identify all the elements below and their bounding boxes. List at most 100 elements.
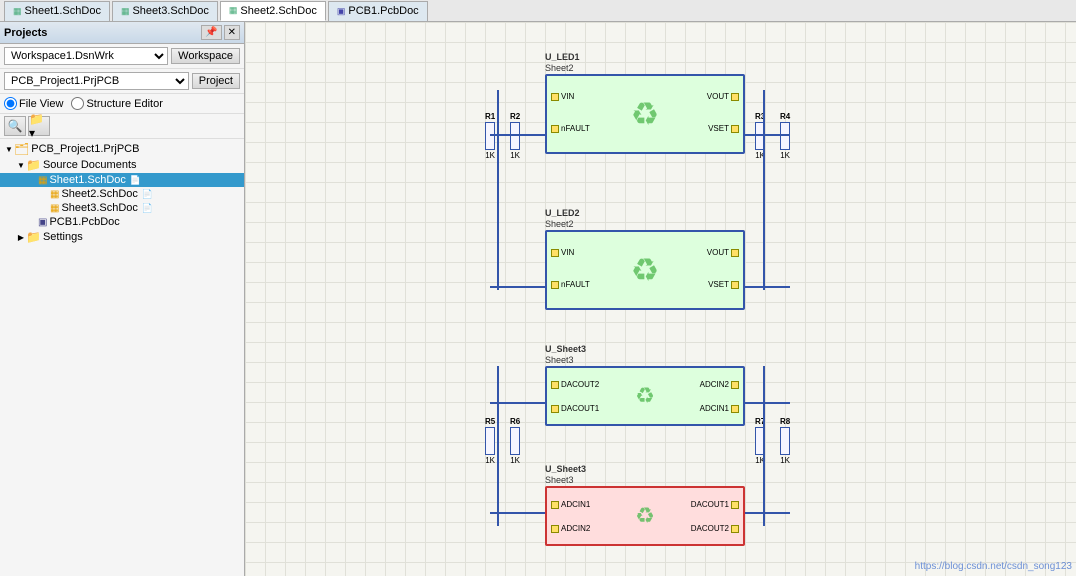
panel-title: Projects (4, 27, 47, 39)
u-led2-vout-pin: VOUT (707, 248, 739, 257)
r4-value: 1K (780, 151, 790, 160)
tree-settings[interactable]: ▶ 📁 Settings (0, 229, 244, 245)
r4-body (780, 122, 790, 150)
adcin2-pin: ADCIN2 (700, 380, 739, 389)
pin-button[interactable]: 📌 (201, 25, 221, 40)
r6-label: R6 (510, 417, 520, 426)
r8-label: R8 (780, 417, 790, 426)
r2-label: R2 (510, 112, 520, 121)
panel-header: Projects 📌 ✕ (0, 22, 244, 44)
sheet1-badge: 📄 (130, 175, 141, 186)
u-sheet3-top-title: U_Sheet3 (545, 344, 586, 354)
tab-sheet1[interactable]: ▦ Sheet1.SchDoc (4, 1, 110, 21)
pin-box-7 (731, 249, 739, 257)
r5-value: 1K (485, 456, 495, 465)
r2-resistor: R2 1K (510, 112, 520, 160)
adcin2-bot-pin: ADCIN2 (551, 524, 590, 533)
u-sheet3-top-component[interactable]: DACOUT2 DACOUT1 ADCIN2 ADCIN1 ♻ (545, 366, 745, 426)
r6-value: 1K (510, 456, 520, 465)
workspace-dropdown[interactable]: Workspace1.DsnWrk (4, 47, 168, 65)
project-tree: ▼ 🗂 PCB_Project1.PrjPCB ▼ 📁 Source Docum… (0, 139, 244, 576)
u-led2-component[interactable]: VIN nFAULT VOUT VSET ♻ (545, 230, 745, 310)
u-led1-vout-pin: VOUT (707, 92, 739, 101)
sheet3-expand (40, 204, 50, 213)
wire-left-bot3-h (490, 512, 545, 514)
r1-label: R1 (485, 112, 495, 121)
workspace-button[interactable]: Workspace (171, 48, 240, 64)
tab-sheet2[interactable]: ▦ Sheet2.SchDoc (220, 1, 326, 21)
tree-sheet1[interactable]: ▦ Sheet1.SchDoc 📄 (0, 173, 244, 187)
u-led2-subtitle: Sheet2 (545, 219, 574, 229)
u-sheet3-bot-subtitle: Sheet3 (545, 475, 574, 485)
sheet2-badge: 📄 (142, 189, 153, 200)
settings-folder-icon: 📁 (26, 230, 41, 244)
sheet3-sch-icon: ▦ (50, 203, 59, 214)
file-view-radio[interactable]: File View (4, 97, 63, 110)
watermark: https://blog.csdn.net/csdn_song123 (915, 561, 1072, 572)
r1-value: 1K (485, 151, 495, 160)
wire-right-bot2-h (745, 402, 790, 404)
dacout1-pin: DACOUT1 (551, 404, 599, 413)
projects-panel: Projects 📌 ✕ Workspace1.DsnWrk Workspace… (0, 22, 245, 576)
tab-bar: ▦ Sheet1.SchDoc ▦ Sheet3.SchDoc ▦ Sheet2… (0, 0, 1076, 22)
wire-left-v (497, 90, 499, 290)
tab-pcb1[interactable]: ▣ PCB1.PcbDoc (328, 1, 428, 21)
pin-box-6 (551, 281, 559, 289)
r5-body (485, 427, 495, 455)
wire-right-top-h (745, 134, 790, 136)
u-sheet3-bot-title: U_Sheet3 (545, 464, 586, 474)
r5-label: R5 (485, 417, 495, 426)
tree-root-item[interactable]: ▼ 🗂 PCB_Project1.PrjPCB (0, 141, 244, 157)
sheet1-sch-icon: ▦ (38, 175, 47, 186)
u-led2-vin-pin: VIN (551, 248, 574, 257)
pin-box-13 (551, 501, 559, 509)
project-dropdown[interactable]: PCB_Project1.PrjPCB (4, 72, 189, 90)
pin-box-10 (551, 405, 559, 413)
tab-sheet3[interactable]: ▦ Sheet3.SchDoc (112, 1, 218, 21)
dacout2-pin: DACOUT2 (551, 380, 599, 389)
u-led1-vin-pin: VIN (551, 92, 574, 101)
schematic-canvas: U_LED1 Sheet2 VIN nFAULT VOUT VSET ♻ (245, 22, 1076, 576)
r1-resistor: R1 1K (485, 112, 495, 160)
tree-sheet3[interactable]: ▦ Sheet3.SchDoc 📄 (0, 201, 244, 215)
view-mode-row: File View Structure Editor (0, 94, 244, 114)
project-button[interactable]: Project (192, 73, 240, 89)
tab-sch-icon-2: ▦ (121, 6, 130, 17)
wire-right-bot-v (763, 366, 765, 526)
wire-left-bot-v (497, 366, 499, 526)
tab-sch-icon: ▦ (13, 6, 22, 17)
wire-right-v (763, 90, 765, 290)
pin-box-16 (731, 525, 739, 533)
tab-sch-icon-3: ▦ (229, 5, 238, 16)
structure-editor-radio[interactable]: Structure Editor (71, 97, 162, 110)
u-led2-nfault-pin: nFAULT (551, 280, 590, 289)
r5-resistor: R5 1K (485, 417, 495, 465)
wire-right-bot3-h (745, 512, 790, 514)
tree-pcb1[interactable]: ▣ PCB1.PcbDoc (0, 215, 244, 229)
toolbar-nav-button[interactable]: 🔍 (4, 116, 26, 136)
r8-value: 1K (780, 456, 790, 465)
pin-box-3 (731, 93, 739, 101)
u-sheet3-bot-component[interactable]: ADCIN1 ADCIN2 DACOUT1 DACOUT2 ♻ (545, 486, 745, 546)
u-led1-component[interactable]: VIN nFAULT VOUT VSET ♻ (545, 74, 745, 154)
pin-box-8 (731, 281, 739, 289)
r2-value: 1K (510, 151, 520, 160)
dacout2-bot-pin: DACOUT2 (691, 524, 739, 533)
u-led1-nfault-pin: nFAULT (551, 124, 590, 133)
pin-box-11 (731, 381, 739, 389)
wire-right-bot-h (745, 286, 790, 288)
tab-pcb-icon: ▣ (337, 6, 346, 17)
r1-body (485, 122, 495, 150)
r4-resistor: R4 1K (780, 112, 790, 160)
tree-sheet2[interactable]: ▦ Sheet2.SchDoc 📄 (0, 187, 244, 201)
toolbar-add-button[interactable]: 📁▾ (28, 116, 50, 136)
tree-source-docs[interactable]: ▼ 📁 Source Documents (0, 157, 244, 173)
pin-box-4 (731, 125, 739, 133)
r6-body (510, 427, 520, 455)
u-led2-vset-pin: VSET (708, 280, 739, 289)
pin-box-15 (731, 501, 739, 509)
u-led1-title: U_LED1 (545, 52, 580, 62)
main-area: Projects 📌 ✕ Workspace1.DsnWrk Workspace… (0, 22, 1076, 576)
sheet2-sch-icon: ▦ (50, 189, 59, 200)
close-panel-button[interactable]: ✕ (224, 25, 240, 40)
